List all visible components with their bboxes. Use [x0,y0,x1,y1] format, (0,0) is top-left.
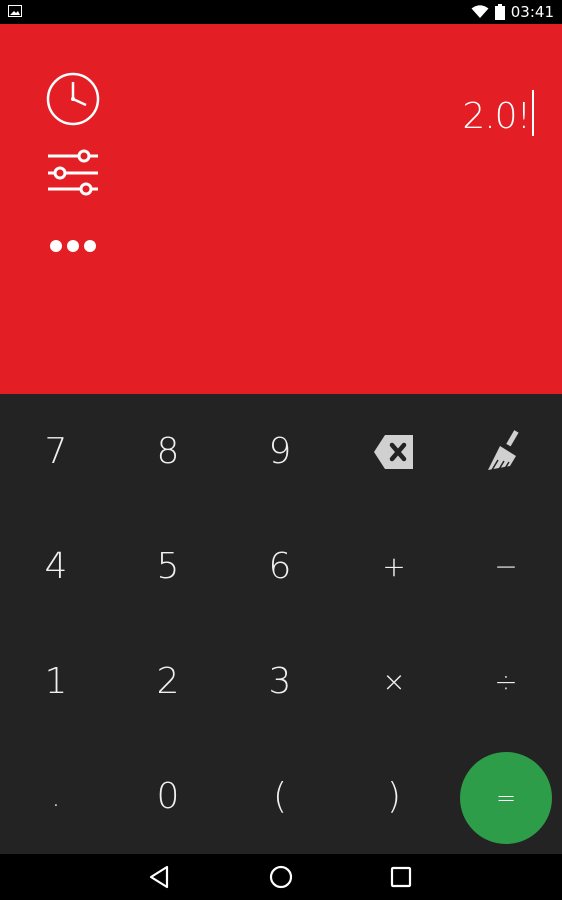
expression-text: 2.0! [462,96,531,137]
key-2[interactable]: 2 [112,624,224,739]
battery-icon [494,4,505,20]
gallery-notification-icon [8,5,22,17]
clear-button[interactable] [450,394,562,509]
key-0[interactable]: 0 [112,739,224,854]
status-time: 03:41 [510,3,554,21]
key-5[interactable]: 5 [112,509,224,624]
backspace-icon [374,434,413,469]
status-right: 03:41 [471,2,554,22]
key-divide[interactable]: ÷ [450,624,562,739]
key-open-paren[interactable]: ( [224,739,336,854]
expression-display[interactable]: 2.0! [462,90,534,137]
broom-clear-icon [488,429,519,471]
key-minus[interactable]: − [450,509,562,624]
settings-sliders-icon[interactable] [46,146,100,204]
navigation-bar [0,854,562,900]
home-icon[interactable] [266,862,296,892]
history-icon[interactable] [46,72,100,130]
status-bar: 03:41 [0,0,562,24]
wifi-icon [471,5,489,18]
display-panel: 2.0! [0,24,562,394]
text-cursor [532,90,534,136]
key-decimal[interactable]: . [0,739,112,854]
key-4[interactable]: 4 [0,509,112,624]
key-1[interactable]: 1 [0,624,112,739]
backspace-button[interactable] [338,394,450,509]
key-7[interactable]: 7 [0,394,112,509]
key-multiply[interactable]: × [338,624,450,739]
key-9[interactable]: 9 [224,394,336,509]
back-icon[interactable] [145,862,175,892]
key-close-paren[interactable]: ) [338,739,450,854]
key-3[interactable]: 3 [224,624,336,739]
key-plus[interactable]: + [338,509,450,624]
key-8[interactable]: 8 [112,394,224,509]
more-options-icon[interactable] [48,236,98,260]
equals-button[interactable]: = [460,752,552,844]
key-6[interactable]: 6 [224,509,336,624]
recents-icon[interactable] [386,862,416,892]
